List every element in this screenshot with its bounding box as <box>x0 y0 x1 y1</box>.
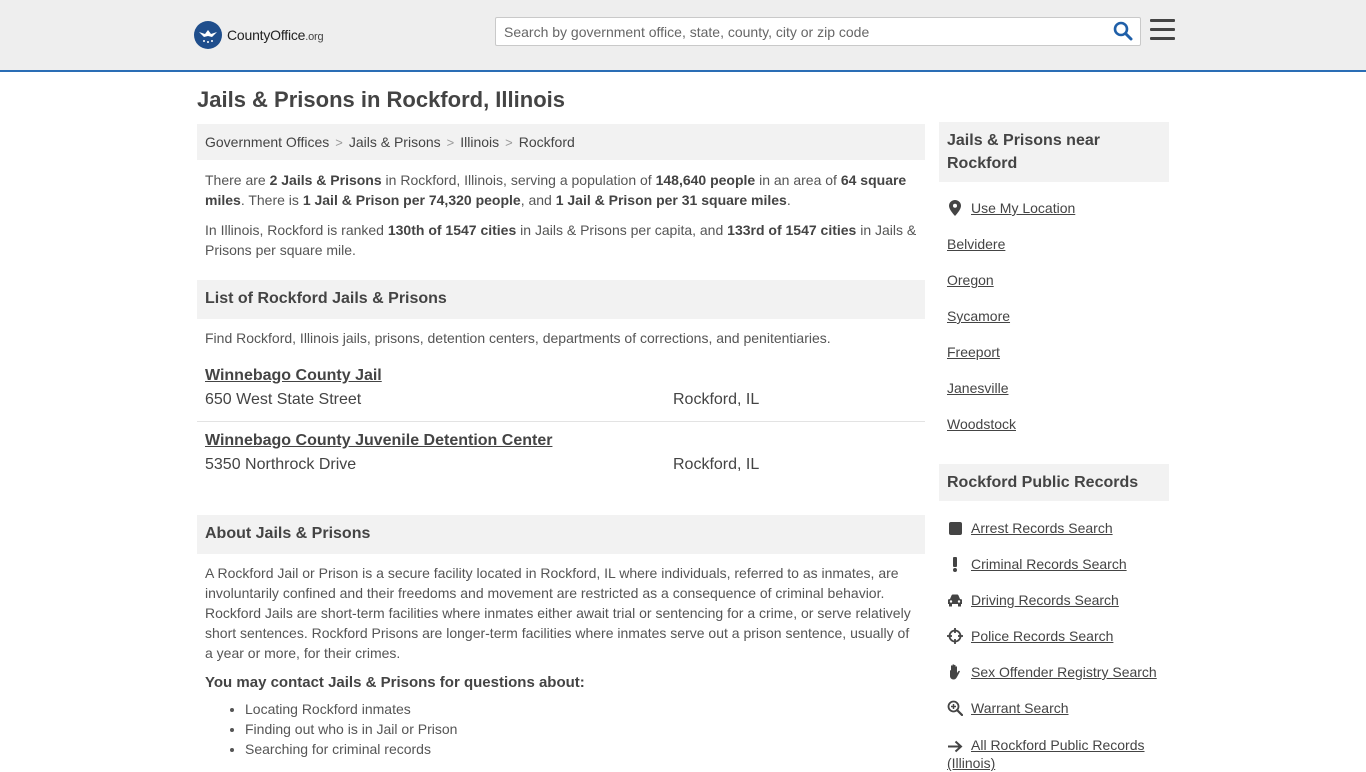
stat: 133rd of 1547 cities <box>727 222 857 238</box>
criminal-records-link[interactable]: Criminal Records Search <box>971 556 1127 572</box>
map-pin-icon <box>947 200 963 216</box>
breadcrumb: Government Offices > Jails & Prisons > Illin… <box>197 124 925 160</box>
text: . There is <box>240 192 303 208</box>
magnify-icon <box>947 700 963 716</box>
text: in an area of <box>755 172 841 188</box>
listing-name[interactable]: Winnebago County Jail <box>205 367 382 385</box>
text: in Jails & Prisons per capita, and <box>516 222 728 238</box>
list-item: Winnebago County Juvenile Detention Cent… <box>197 422 925 487</box>
arrest-records-link[interactable]: Arrest Records Search <box>971 520 1113 536</box>
list-item: Searching for criminal records <box>245 739 925 759</box>
listing-city: Rockford, IL <box>673 391 760 408</box>
sidebar-item-driving-records[interactable]: Driving Records Search <box>939 582 1169 618</box>
all-public-records-state-link[interactable]: (Illinois) <box>947 755 995 771</box>
about-body: A Rockford Jail or Prison is a secure fa… <box>205 565 911 661</box>
warrant-search-link[interactable]: Warrant Search <box>971 700 1069 716</box>
sidebar-records-heading: Rockford Public Records <box>939 464 1169 501</box>
sidebar-item-city[interactable]: Sycamore <box>939 298 1169 334</box>
nearby-city-link[interactable]: Sycamore <box>947 308 1010 324</box>
exclamation-icon <box>947 556 963 572</box>
text: In Illinois, Rockford is ranked <box>205 222 388 238</box>
sidebar-item-arrest-records[interactable]: Arrest Records Search <box>939 510 1169 546</box>
sidebar-item-police-records[interactable]: Police Records Search <box>939 618 1169 654</box>
stat: 130th of 1547 cities <box>387 222 517 238</box>
stat: 148,640 people <box>655 172 756 188</box>
list-item: Locating Rockford inmates <box>245 699 925 719</box>
page-title: Jails & Prisons in Rockford, Illinois <box>197 87 565 112</box>
sidebar-item-city[interactable]: Oregon <box>939 262 1169 298</box>
sidebar-item-sex-offender-registry[interactable]: Sex Offender Registry Search <box>939 654 1169 690</box>
breadcrumb-government-offices[interactable]: Government Offices <box>205 134 329 150</box>
sidebar-item-criminal-records[interactable]: Criminal Records Search <box>939 546 1169 582</box>
breadcrumb-jails-prisons[interactable]: Jails & Prisons <box>349 134 441 150</box>
list-heading: List of Rockford Jails & Prisons <box>197 280 925 319</box>
stat: 1 Jail & Prison per 74,320 people <box>302 192 521 208</box>
text: There are <box>205 172 270 188</box>
square-icon <box>947 520 963 536</box>
nearby-city-link[interactable]: Oregon <box>947 272 994 288</box>
nearby-city-link[interactable]: Belvidere <box>947 236 1005 252</box>
list-item: Winnebago County Jail 650 West State Str… <box>197 357 925 422</box>
list-description: Find Rockford, Illinois jails, prisons, … <box>205 330 831 346</box>
contact-topics-list: Locating Rockford inmates Finding out wh… <box>197 699 925 759</box>
listing-name[interactable]: Winnebago County Juvenile Detention Cent… <box>205 432 552 450</box>
listing-address: 650 West State Street <box>205 391 362 408</box>
nearby-city-link[interactable]: Freeport <box>947 344 1000 360</box>
logo-main: CountyOffice <box>227 27 306 43</box>
sidebar-item-city[interactable]: Freeport <box>939 334 1169 370</box>
eagle-logo-icon <box>194 21 222 49</box>
crosshair-icon <box>947 628 963 644</box>
sidebar-item-warrant-search[interactable]: Warrant Search <box>939 690 1169 726</box>
breadcrumb-illinois[interactable]: Illinois <box>460 134 499 150</box>
listing-address: 5350 Northrock Drive <box>205 456 357 473</box>
arrow-right-icon <box>947 738 963 754</box>
breadcrumb-separator: > <box>446 135 455 150</box>
driving-records-link[interactable]: Driving Records Search <box>971 592 1119 608</box>
sidebar-nearby-heading: Jails & Prisons near Rockford <box>939 122 1169 182</box>
breadcrumb-separator: > <box>335 135 343 150</box>
main-content: Government Offices > Jails & Prisons > Illin… <box>197 124 925 759</box>
contact-heading: You may contact Jails & Prisons for ques… <box>205 674 585 691</box>
about-heading: About Jails & Prisons <box>197 515 925 554</box>
logo-tld: .org <box>305 31 324 43</box>
sidebar-item-city[interactable]: Belvidere <box>939 226 1169 262</box>
sex-offender-registry-link[interactable]: Sex Offender Registry Search <box>971 664 1157 680</box>
sidebar-nearby: Jails & Prisons near Rockford Use My Loc… <box>939 122 1169 442</box>
search-input[interactable] <box>504 18 1104 45</box>
listing-city: Rockford, IL <box>673 456 760 473</box>
text: in Rockford, Illinois, serving a populat… <box>381 172 656 188</box>
car-icon <box>947 592 963 608</box>
intro-paragraph-rank: In Illinois, Rockford is ranked 130th of… <box>197 220 925 260</box>
breadcrumb-rockford[interactable]: Rockford <box>519 134 575 150</box>
use-location-link[interactable]: Use My Location <box>971 200 1075 216</box>
list-item: Finding out who is in Jail or Prison <box>245 719 925 739</box>
text: . <box>786 192 791 208</box>
text: , and <box>520 192 556 208</box>
sidebar-item-city[interactable]: Woodstock <box>939 406 1169 442</box>
top-bar: CountyOffice.org <box>0 0 1366 72</box>
police-records-link[interactable]: Police Records Search <box>971 628 1113 644</box>
breadcrumb-separator: > <box>505 135 513 150</box>
search-icon <box>1113 21 1133 41</box>
search-box <box>495 17 1141 46</box>
sidebar-records: Rockford Public Records Arrest Records S… <box>939 464 1169 772</box>
sidebar-item-all-records[interactable]: All Rockford Public Records (Illinois) <box>939 726 1169 772</box>
hand-icon <box>947 664 963 680</box>
hamburger-menu-icon[interactable] <box>1150 19 1176 43</box>
stat: 1 Jail & Prison per 31 square miles <box>555 192 787 208</box>
sidebar-item-city[interactable]: Janesville <box>939 370 1169 406</box>
nearby-city-link[interactable]: Woodstock <box>947 416 1016 432</box>
stat: 2 Jails & Prisons <box>269 172 382 188</box>
logo-text: CountyOffice.org <box>227 27 324 43</box>
sidebar-item-use-location[interactable]: Use My Location <box>939 190 1169 226</box>
intro-paragraph-stats: There are 2 Jails & Prisons in Rockford,… <box>197 170 925 210</box>
site-logo[interactable]: CountyOffice.org <box>194 20 324 50</box>
search-button[interactable] <box>1112 21 1134 43</box>
all-public-records-link[interactable]: All Rockford Public Records <box>971 737 1145 753</box>
nearby-city-link[interactable]: Janesville <box>947 380 1008 396</box>
